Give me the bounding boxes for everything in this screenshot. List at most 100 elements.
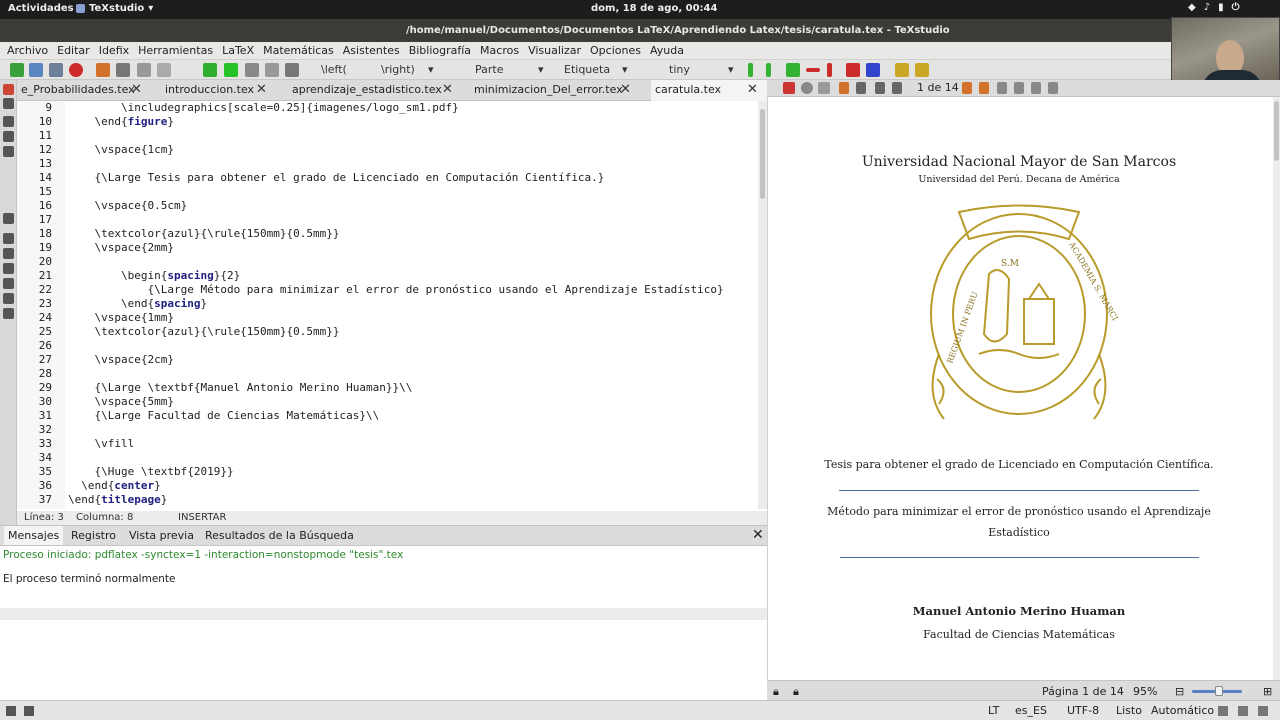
- code-line[interactable]: \vspace{2cm}: [68, 353, 758, 367]
- activities-button[interactable]: Actividades: [8, 3, 74, 14]
- close-icon[interactable]: ✕: [131, 80, 142, 100]
- code-line[interactable]: \textcolor{azul}{\rule{150mm}{0.5mm}}: [68, 227, 758, 241]
- list-icon[interactable]: [3, 293, 14, 304]
- code-line[interactable]: [68, 367, 758, 381]
- undo-icon[interactable]: [96, 63, 110, 77]
- prev-page-icon[interactable]: [892, 82, 902, 94]
- menu-asistentes[interactable]: Asistentes: [343, 42, 400, 59]
- section-select[interactable]: Parte: [475, 63, 503, 76]
- close-icon[interactable]: ✕: [256, 80, 267, 100]
- code-line[interactable]: \end{titlepage}: [68, 493, 758, 507]
- forward-icon[interactable]: [856, 82, 866, 94]
- grid-icon[interactable]: [1048, 82, 1058, 94]
- fit-icon[interactable]: [997, 82, 1007, 94]
- code-line[interactable]: [68, 339, 758, 353]
- chevron-down-icon[interactable]: ▾: [538, 63, 544, 76]
- menu-archivo[interactable]: Archivo: [7, 42, 48, 59]
- pdf-scrollbar[interactable]: [1273, 97, 1280, 680]
- menu-idefix[interactable]: Idefix: [99, 42, 129, 59]
- list-icon[interactable]: [3, 263, 14, 274]
- status-icon[interactable]: [1258, 706, 1268, 716]
- code-line[interactable]: {\Large \textbf{Manuel Antonio Merino Hu…: [68, 381, 758, 395]
- code-editor[interactable]: \includegraphics[scale=0.25]{imagenes/lo…: [68, 101, 758, 509]
- close-document-icon[interactable]: [69, 63, 83, 77]
- insert-red-icon[interactable]: [806, 68, 820, 72]
- tab-probabilidades[interactable]: e_Probabilidades.tex ✕: [17, 80, 147, 101]
- code-line[interactable]: [68, 423, 758, 437]
- menu-herramientas[interactable]: Herramientas: [138, 42, 213, 59]
- code-line[interactable]: \vspace{5mm}: [68, 395, 758, 409]
- zoom-in-icon[interactable]: ⊞: [1263, 685, 1272, 698]
- code-line[interactable]: \vfill: [68, 437, 758, 451]
- stop-icon[interactable]: [245, 63, 259, 77]
- pdf-page-field[interactable]: 1 de 14: [917, 81, 959, 94]
- pdf-close-icon[interactable]: [783, 82, 795, 94]
- code-line[interactable]: [68, 451, 758, 465]
- tab-introduccion[interactable]: introduccion.tex ✕: [161, 80, 271, 101]
- zoom-level[interactable]: 95%: [1133, 685, 1157, 698]
- tab-caratula[interactable]: caratula.tex ✕: [651, 80, 767, 101]
- scrollbar-thumb[interactable]: [760, 109, 765, 199]
- view-icon[interactable]: [265, 63, 279, 77]
- chevron-down-icon[interactable]: ▾: [728, 63, 734, 76]
- menu-visualizar[interactable]: Visualizar: [528, 42, 581, 59]
- status-icon[interactable]: [1218, 706, 1228, 716]
- code-line[interactable]: \vspace{1cm}: [68, 143, 758, 157]
- battery-icon[interactable]: ▮: [1218, 2, 1224, 13]
- italic-icon[interactable]: [3, 131, 14, 142]
- first-page-icon[interactable]: [875, 82, 885, 94]
- tab-registro[interactable]: Registro: [71, 529, 116, 542]
- insert-yellow-icon[interactable]: [895, 63, 909, 77]
- code-line[interactable]: \begin{spacing}{2}: [68, 269, 758, 283]
- code-line[interactable]: \end{figure}: [68, 115, 758, 129]
- code-line[interactable]: [68, 157, 758, 171]
- language-indicator[interactable]: es_ES: [1015, 704, 1047, 717]
- close-icon[interactable]: ✕: [752, 527, 764, 543]
- editor-scrollbar[interactable]: [758, 101, 767, 509]
- zoom-slider-handle[interactable]: [1215, 686, 1223, 696]
- code-line[interactable]: {\Large Método para minimizar el error d…: [68, 283, 758, 297]
- code-line[interactable]: \vspace{1mm}: [68, 311, 758, 325]
- zoom-icon[interactable]: [801, 82, 813, 94]
- redo-icon[interactable]: [116, 63, 130, 77]
- insert-green-icon[interactable]: [766, 63, 771, 77]
- size-select[interactable]: tiny: [669, 63, 690, 76]
- menu-latex[interactable]: LaTeX: [222, 42, 254, 59]
- format-icon[interactable]: [285, 63, 299, 77]
- menu-macros[interactable]: Macros: [480, 42, 519, 59]
- new-file-icon[interactable]: [10, 63, 24, 77]
- code-line[interactable]: [68, 129, 758, 143]
- menu-bibliografia[interactable]: Bibliografía: [409, 42, 471, 59]
- code-line[interactable]: {\Large Facultad de Ciencias Matemáticas…: [68, 409, 758, 423]
- left-delimiter-select[interactable]: \left(: [321, 63, 347, 76]
- code-line[interactable]: \vspace{0.5cm}: [68, 199, 758, 213]
- insert-arrow-icon[interactable]: [786, 63, 800, 77]
- menu-ayuda[interactable]: Ayuda: [650, 42, 684, 59]
- paste-icon[interactable]: [157, 63, 171, 77]
- close-icon[interactable]: ✕: [620, 80, 631, 100]
- code-line[interactable]: \textcolor{azul}{\rule{150mm}{0.5mm}}: [68, 325, 758, 339]
- encoding-indicator[interactable]: UTF-8: [1067, 704, 1099, 717]
- align-icon[interactable]: [3, 213, 14, 224]
- insert-red-icon[interactable]: [827, 63, 832, 77]
- code-line[interactable]: [68, 255, 758, 269]
- tab-aprendizaje[interactable]: aprendizaje_estadistico.tex ✕: [288, 80, 458, 101]
- code-line[interactable]: \end{center}: [68, 479, 758, 493]
- open-file-icon[interactable]: [29, 63, 43, 77]
- panel-toggle-icon[interactable]: [6, 706, 16, 716]
- list-icon[interactable]: [3, 308, 14, 319]
- system-tray[interactable]: ◆ ♪ ▮ ⏻: [1188, 2, 1240, 13]
- code-line[interactable]: \end{spacing}: [68, 297, 758, 311]
- list-icon[interactable]: [3, 248, 14, 259]
- list-icon[interactable]: [3, 233, 14, 244]
- copy-icon[interactable]: [137, 63, 151, 77]
- code-line[interactable]: \vspace{2mm}: [68, 241, 758, 255]
- last-page-icon[interactable]: [979, 82, 989, 94]
- power-icon[interactable]: ⏻: [1232, 2, 1240, 13]
- tab-resultados-busqueda[interactable]: Resultados de la Búsqueda: [205, 529, 354, 542]
- insert-yellow-icon[interactable]: [915, 63, 929, 77]
- page-icon[interactable]: [1031, 82, 1041, 94]
- chevron-left-icon[interactable]: [3, 84, 14, 95]
- lock-icon[interactable]: 🔒︎: [793, 685, 799, 699]
- mode-status[interactable]: Automático: [1151, 704, 1214, 717]
